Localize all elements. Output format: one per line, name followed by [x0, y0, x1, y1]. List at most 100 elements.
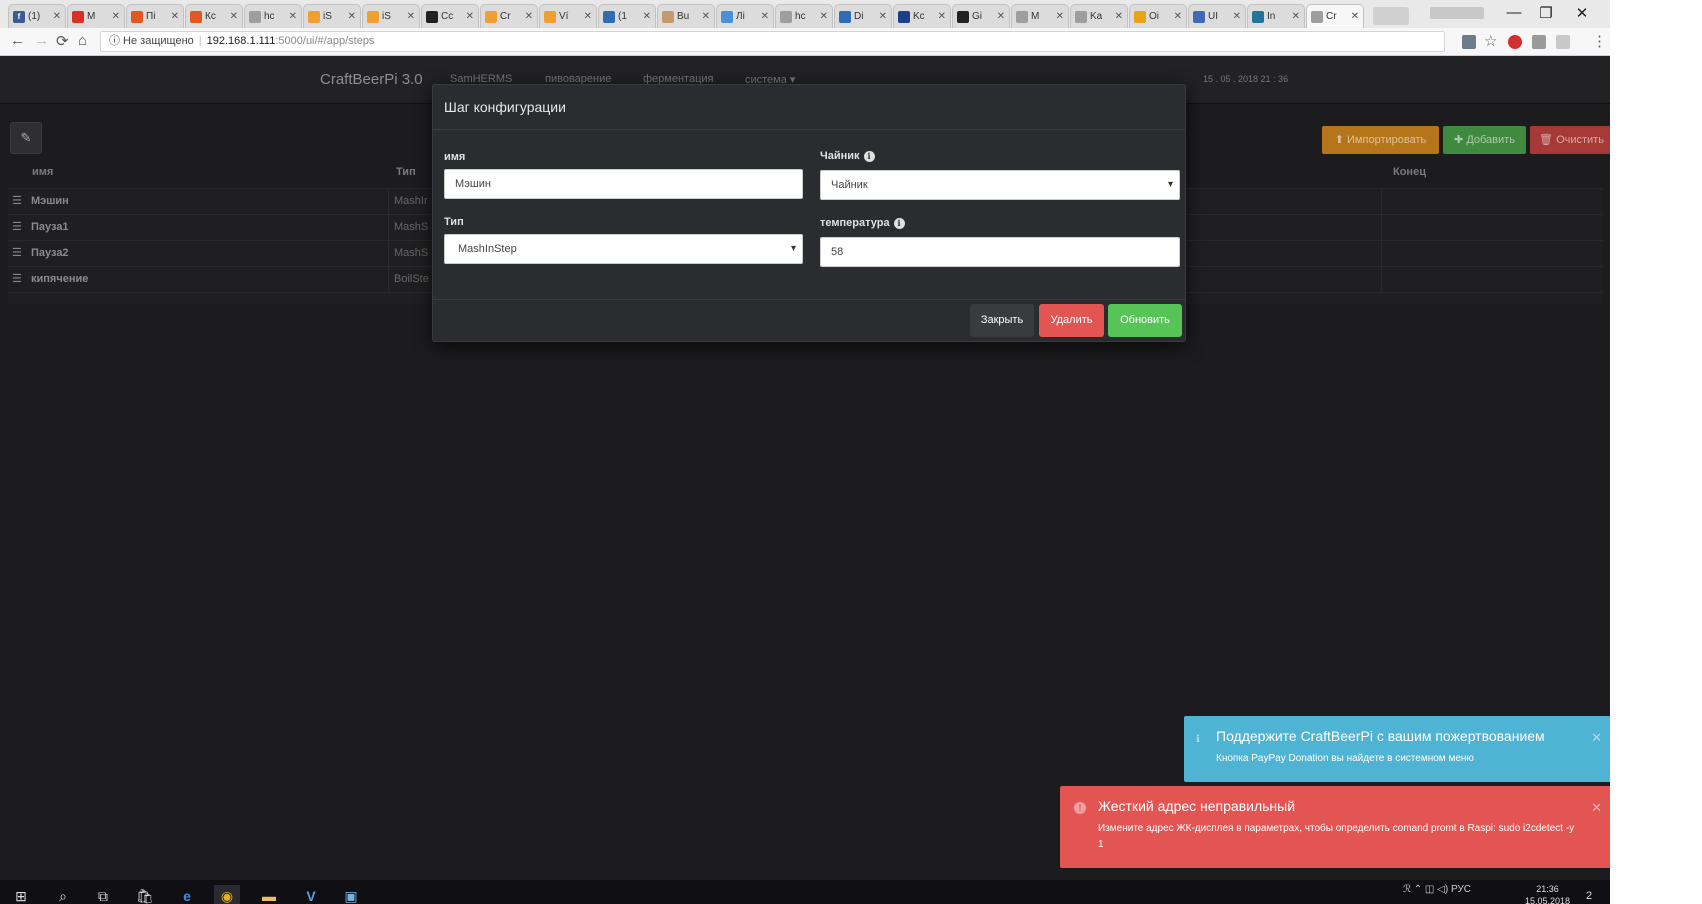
drag-handle-icon[interactable]: ☰ — [12, 194, 22, 207]
extension-icon-2[interactable] — [1556, 35, 1570, 49]
step-name: Пауза1 — [31, 221, 69, 233]
add-button[interactable]: ✚ Добавить — [1443, 126, 1526, 154]
drag-handle-icon[interactable]: ☰ — [12, 272, 22, 285]
adblock-icon[interactable] — [1508, 35, 1522, 49]
edge-icon[interactable]: e — [174, 885, 200, 904]
task-view-icon[interactable]: ⧉ — [90, 885, 116, 904]
browser-tab[interactable]: M ✕ — [67, 4, 125, 28]
browser-tab[interactable]: Oi ✕ — [1129, 4, 1187, 28]
drag-handle-icon[interactable]: ☰ — [12, 220, 22, 233]
step-config-modal: Шаг конфигурации имя Мэшин Чайник i Чайни… — [432, 84, 1186, 342]
new-tab-button[interactable] — [1373, 7, 1409, 25]
donation-notification[interactable]: ℹ Поддержите CraftBeerPi с вашим пожертв… — [1184, 716, 1610, 782]
browser-tab[interactable]: Пі ✕ — [126, 4, 184, 28]
chrome-icon[interactable]: ◉ — [214, 885, 240, 904]
browser-tab[interactable]: Кс ✕ — [185, 4, 243, 28]
tab-close-icon[interactable]: ✕ — [289, 11, 297, 22]
tab-close-icon[interactable]: ✕ — [1292, 11, 1300, 22]
tab-close-icon[interactable]: ✕ — [820, 11, 828, 22]
tab-close-icon[interactable]: ✕ — [1056, 11, 1064, 22]
import-button[interactable]: ⬆ Импортировать — [1322, 126, 1439, 154]
forward-icon[interactable]: → — [34, 32, 49, 49]
type-select[interactable]: MashInStep — [444, 234, 803, 264]
extension-icon[interactable] — [1532, 35, 1546, 49]
tab-close-icon[interactable]: ✕ — [53, 11, 61, 22]
tab-close-icon[interactable]: ✕ — [348, 11, 356, 22]
clock[interactable]: 21:36 15.05.2018 — [1525, 883, 1570, 904]
tab-close-icon[interactable]: ✕ — [1174, 11, 1182, 22]
close-icon[interactable]: ✕ — [1591, 730, 1602, 746]
tab-close-icon[interactable]: ✕ — [761, 11, 769, 22]
column-header-type: Тип — [396, 166, 416, 178]
browser-toolbar: ← → ⟳ ⌂ ⓘ Не защищено | 192.168.1.111:5000… — [0, 28, 1610, 56]
browser-tab[interactable]: Cc ✕ — [421, 4, 479, 28]
browser-menu-icon[interactable]: ⋮ — [1592, 32, 1607, 50]
tab-close-icon[interactable]: ✕ — [230, 11, 238, 22]
tab-title: Ka — [1090, 11, 1103, 22]
error-notification[interactable]: ! Жесткий адрес неправильный Измените ад… — [1060, 786, 1610, 868]
file-explorer-icon[interactable]: ▬ — [256, 885, 282, 904]
profile-button[interactable] — [1430, 7, 1484, 19]
tab-close-icon[interactable]: ✕ — [1115, 11, 1123, 22]
browser-tab[interactable]: f (1) ✕ — [8, 4, 66, 28]
name-input[interactable]: Мэшин — [444, 169, 803, 199]
clear-button[interactable]: 🗑 Очистить — [1530, 126, 1610, 154]
browser-tab[interactable]: In ✕ — [1247, 4, 1305, 28]
store-icon[interactable]: 🛍 — [132, 885, 158, 904]
browser-tab[interactable]: Kc ✕ — [893, 4, 951, 28]
browser-tab[interactable]: Bu ✕ — [657, 4, 715, 28]
browser-tab[interactable]: Gi ✕ — [952, 4, 1010, 28]
start-icon[interactable]: ⊞ — [8, 885, 34, 904]
delete-button[interactable]: Удалить — [1039, 304, 1104, 337]
edit-icon[interactable]: ✎ — [10, 122, 42, 154]
browser-tab[interactable]: UI ✕ — [1188, 4, 1246, 28]
browser-tab[interactable]: iS ✕ — [362, 4, 420, 28]
tab-close-icon[interactable]: ✕ — [407, 11, 415, 22]
browser-tab[interactable]: Ka ✕ — [1070, 4, 1128, 28]
tab-close-icon[interactable]: ✕ — [879, 11, 887, 22]
reload-icon[interactable]: ⟳ — [56, 32, 69, 50]
minimize-button[interactable]: — — [1500, 4, 1528, 21]
tab-close-icon[interactable]: ✕ — [525, 11, 533, 22]
browser-tab[interactable]: M ✕ — [1011, 4, 1069, 28]
translate-icon[interactable] — [1462, 35, 1476, 49]
update-button[interactable]: Обновить — [1108, 304, 1182, 337]
vpn-app-icon[interactable]: V — [298, 885, 324, 904]
tab-close-icon[interactable]: ✕ — [1351, 11, 1359, 22]
browser-tab[interactable]: hc ✕ — [244, 4, 302, 28]
browser-tab[interactable]: Cr ✕ — [480, 4, 538, 28]
address-bar[interactable]: ⓘ Не защищено | 192.168.1.111:5000/ui/#/ap… — [100, 31, 1445, 52]
browser-tab[interactable]: iS ✕ — [303, 4, 361, 28]
browser-tab[interactable]: Di ✕ — [834, 4, 892, 28]
action-center-icon[interactable]: 2 — [1576, 885, 1602, 904]
app-icon[interactable]: ▣ — [338, 885, 364, 904]
close-button[interactable]: Закрыть — [970, 304, 1034, 337]
tab-close-icon[interactable]: ✕ — [938, 11, 946, 22]
tab-close-icon[interactable]: ✕ — [643, 11, 651, 22]
maximize-button[interactable]: ❐ — [1532, 4, 1560, 22]
home-icon[interactable]: ⌂ — [78, 32, 87, 49]
tab-close-icon[interactable]: ✕ — [702, 11, 710, 22]
browser-tab[interactable]: Cr ✕ — [1306, 4, 1364, 28]
drag-handle-icon[interactable]: ☰ — [12, 246, 22, 259]
close-window-button[interactable]: ✕ — [1568, 4, 1596, 22]
tab-close-icon[interactable]: ✕ — [584, 11, 592, 22]
search-icon[interactable]: ⌕ — [50, 885, 76, 904]
browser-tab[interactable]: hc ✕ — [775, 4, 833, 28]
tab-close-icon[interactable]: ✕ — [112, 11, 120, 22]
browser-tab[interactable]: Ví ✕ — [539, 4, 597, 28]
bookmark-star-icon[interactable]: ☆ — [1484, 32, 1497, 50]
temperature-input[interactable]: 58 — [820, 237, 1180, 267]
brand-logo[interactable]: CraftBeerPi 3.0 — [320, 71, 423, 88]
tab-close-icon[interactable]: ✕ — [171, 11, 179, 22]
tab-close-icon[interactable]: ✕ — [1233, 11, 1241, 22]
kettle-select[interactable]: Чайник — [820, 170, 1180, 200]
system-tray[interactable]: ℛ ⌃ ◫ ◁) РУС — [1403, 884, 1471, 895]
tab-close-icon[interactable]: ✕ — [997, 11, 1005, 22]
security-indicator[interactable]: ⓘ Не защищено — [109, 35, 194, 47]
back-icon[interactable]: ← — [10, 32, 25, 49]
browser-tab[interactable]: (1 ✕ — [598, 4, 656, 28]
browser-tab[interactable]: Лі ✕ — [716, 4, 774, 28]
close-icon[interactable]: ✕ — [1591, 800, 1602, 816]
tab-close-icon[interactable]: ✕ — [466, 11, 474, 22]
